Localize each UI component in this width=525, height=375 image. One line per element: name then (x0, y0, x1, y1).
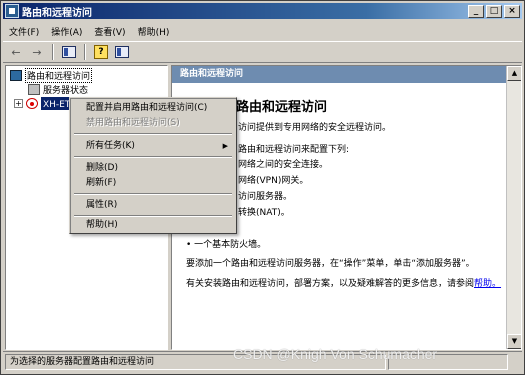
more-info-text: 有关安装路由和远程访问，部署方案，以及疑难解答的更多信息，请参阅帮助。 (186, 279, 502, 289)
scroll-up-icon[interactable]: ▲ (507, 66, 521, 81)
minimize-button[interactable]: _ (468, 4, 484, 18)
menu-action[interactable]: 操作(A) (45, 25, 88, 38)
menu-item-help[interactable]: 帮助(H) (72, 217, 234, 233)
routing-icon (10, 69, 22, 81)
resize-grip-icon[interactable] (508, 354, 522, 370)
menu-file[interactable]: 文件(F) (3, 25, 45, 38)
watermark: CSDN @Knigh Von Schumacher (233, 346, 438, 362)
menu-bar: 文件(F) 操作(A) 查看(V) 帮助(H) (3, 22, 522, 40)
server-stopped-icon (26, 97, 38, 109)
tree-item-label: 服务器状态 (43, 85, 89, 96)
bullet-item: 访问服务器。 (238, 192, 293, 202)
maximize-button[interactable]: □ (486, 4, 502, 18)
tree-root[interactable]: 路由和远程访问 (10, 67, 93, 83)
menu-item-all-tasks[interactable]: 所有任务(K) ▶ (72, 138, 234, 154)
bullet-item: • 一个基本防火墙。 (186, 240, 267, 250)
tree-item-server-status[interactable]: 服务器状态 (28, 82, 88, 96)
menu-item-properties[interactable]: 属性(R) (72, 197, 234, 213)
toolbar-separator (52, 44, 54, 60)
menu-item-delete[interactable]: 删除(D) (72, 160, 234, 176)
title-bar: 路由和远程访问 _ □ × (3, 3, 522, 19)
menu-item-refresh[interactable]: 刷新(F) (72, 175, 234, 191)
scroll-down-icon[interactable]: ▼ (507, 334, 521, 349)
instruction-text: 要添加一个路由和远程访问服务器，在“操作”菜单，单击“添加服务器”。 (186, 259, 475, 269)
toolbar: ← → ? (3, 41, 522, 63)
expand-icon[interactable]: + (14, 98, 23, 108)
menu-separator (74, 133, 232, 135)
caption-buttons: _ □ × (468, 4, 520, 18)
context-menu: 配置并启用路由和远程访问(C) 禁用路由和远程访问(S) 所有任务(K) ▶ 删… (69, 97, 237, 234)
close-button[interactable]: × (504, 4, 520, 18)
details-heading: 路由和远程访问 (236, 100, 328, 115)
menu-separator (74, 156, 232, 158)
back-arrow-icon[interactable]: ← (7, 44, 25, 60)
intro-text: 访问提供到专用网络的安全远程访问。 (238, 123, 392, 133)
menu-item-configure-enable[interactable]: 配置并启用路由和远程访问(C) (72, 100, 234, 116)
bullet-item: 网络之间的安全连接。 (238, 160, 329, 170)
help-link[interactable]: 帮助。 (474, 279, 501, 289)
vertical-scrollbar[interactable]: ▲ ▼ (506, 66, 521, 349)
bullet-item: 转换(NAT)。 (238, 208, 290, 218)
menu-help[interactable]: 帮助(H) (132, 25, 176, 38)
details-header: 路由和远程访问 (172, 66, 521, 83)
menu-item-disable: 禁用路由和远程访问(S) (86, 118, 180, 128)
app-icon (5, 4, 19, 18)
properties-icon[interactable] (113, 44, 131, 60)
menu-separator (74, 193, 232, 195)
menu-view[interactable]: 查看(V) (88, 25, 131, 38)
show-hide-tree-icon[interactable] (60, 44, 78, 60)
server-status-icon (28, 83, 40, 95)
tree-root-label: 路由和远程访问 (25, 67, 93, 83)
bullet-item: 网络(VPN)网关。 (238, 176, 309, 186)
window-title: 路由和远程访问 (22, 7, 92, 19)
help-icon[interactable]: ? (92, 44, 110, 60)
toolbar-separator (84, 44, 86, 60)
main-window: 路由和远程访问 _ □ × 文件(F) 操作(A) 查看(V) 帮助(H) ← … (0, 0, 525, 375)
submenu-arrow-icon: ▶ (222, 142, 228, 150)
config-text: 路由和远程访问来配置下列: (238, 145, 350, 155)
forward-arrow-icon[interactable]: → (28, 44, 46, 60)
